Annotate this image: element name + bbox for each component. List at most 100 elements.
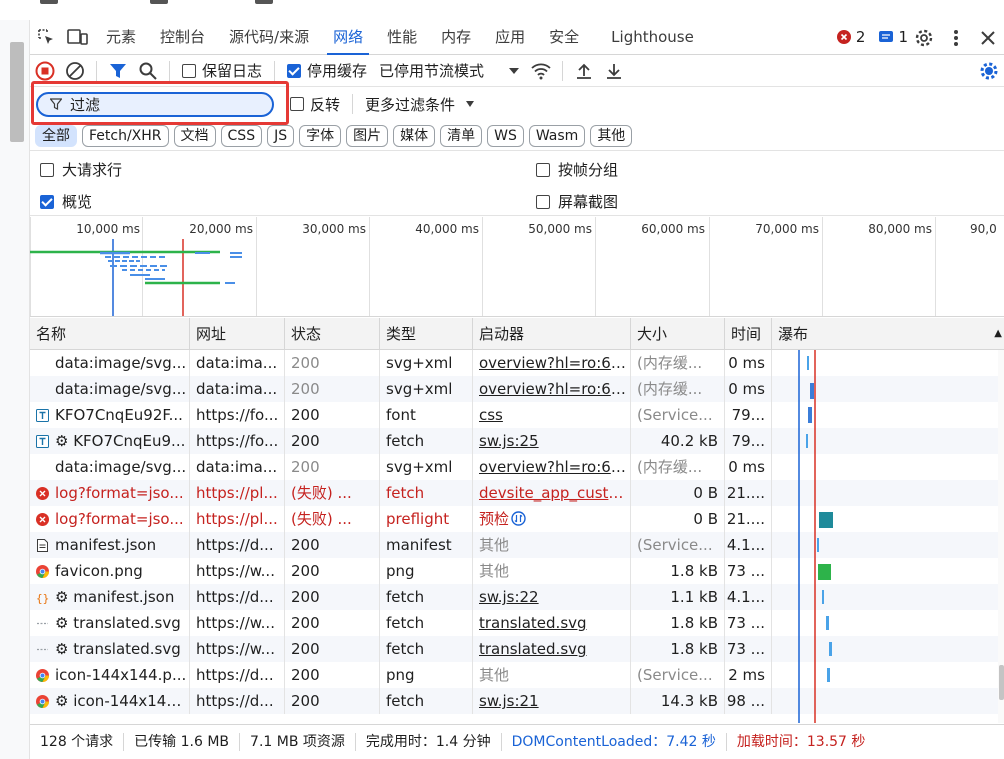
preserve-log-checkbox[interactable]: 保留日志: [176, 60, 268, 81]
error-count-badge[interactable]: 2: [836, 28, 865, 46]
preflight-link-icon[interactable]: [509, 510, 526, 528]
cell-time-text: 21....: [726, 510, 765, 528]
inspect-element-icon[interactable]: [30, 21, 62, 53]
cell-status: (失败) ...: [285, 480, 380, 506]
network-settings-gear-icon[interactable]: [974, 56, 1004, 86]
cell-size-text: (内存缓...: [637, 458, 703, 476]
tab-lighthouse[interactable]: Lighthouse: [599, 20, 706, 55]
tab-security[interactable]: 安全: [537, 20, 591, 55]
column-header-size[interactable]: 大小: [631, 318, 725, 350]
filter-input[interactable]: 过滤: [36, 91, 274, 117]
disable-cache-checkbox[interactable]: 停用缓存: [281, 60, 373, 81]
cell-url: https://pl...: [190, 506, 285, 532]
type-chip-font[interactable]: 字体: [299, 124, 342, 147]
type-chip-ws[interactable]: WS: [487, 124, 524, 147]
cell-initiator-text[interactable]: sw.js:21: [479, 692, 539, 710]
tab-network[interactable]: 网络: [321, 20, 375, 55]
tab-application[interactable]: 应用: [483, 20, 537, 55]
cell-status-text: 200: [291, 666, 320, 684]
type-chip-all[interactable]: 全部: [35, 124, 77, 147]
cell-type-text: fetch: [386, 614, 425, 632]
type-chip-other[interactable]: 其他: [590, 124, 633, 147]
type-chip-js[interactable]: JS: [267, 124, 295, 147]
column-header-url[interactable]: 网址: [190, 318, 285, 350]
screenshots-box[interactable]: [536, 194, 550, 209]
type-chip-manifest[interactable]: 清单: [440, 124, 483, 147]
overview-box[interactable]: [40, 194, 54, 209]
invert-box[interactable]: [290, 97, 304, 111]
cell-name: ⚙ translated.svg: [30, 636, 190, 662]
column-header-status[interactable]: 状态: [285, 318, 380, 350]
cell-size-text: 0 B: [693, 510, 718, 528]
cell-status: 200: [285, 584, 380, 610]
tab-performance[interactable]: 性能: [375, 20, 429, 55]
cell-status: 200: [285, 454, 380, 480]
type-chip-img[interactable]: 图片: [346, 124, 389, 147]
group-by-frame-checkbox[interactable]: 按帧分组: [536, 159, 618, 180]
type-chip-fetch-xhr[interactable]: Fetch/XHR: [82, 124, 169, 147]
cell-initiator-text[interactable]: devsite_app_custom_: [479, 484, 630, 502]
column-header-name[interactable]: 名称: [30, 318, 190, 350]
cell-initiator-text[interactable]: sw.js:22: [479, 588, 539, 606]
browser-top-strip: [0, 0, 1004, 20]
cell-initiator-text[interactable]: translated.svg: [479, 640, 587, 658]
invert-checkbox[interactable]: 反转: [284, 94, 346, 115]
overview-timeline[interactable]: 10,000 ms 20,000 ms 30,000 ms 40,000 ms …: [30, 217, 1004, 317]
cell-status: 200: [285, 428, 380, 454]
preserve-log-box[interactable]: [182, 63, 196, 78]
table-scrollbar[interactable]: [998, 350, 1004, 723]
disable-cache-box[interactable]: [287, 63, 302, 78]
tab-memory[interactable]: 内存: [429, 20, 483, 55]
tab-sources[interactable]: 源代码/来源: [217, 20, 321, 55]
cell-initiator-text[interactable]: overview?hl=ro:6550: [479, 354, 630, 372]
cell-name-text: log?format=jso...: [55, 510, 184, 528]
cell-type-text: fetch: [386, 432, 425, 450]
close-devtools-icon[interactable]: [972, 22, 1004, 54]
cell-initiator-text[interactable]: sw.js:25: [479, 432, 539, 450]
large-rows-checkbox[interactable]: 大请求行: [40, 159, 122, 180]
network-conditions-icon[interactable]: [526, 56, 556, 86]
clear-log-icon[interactable]: [60, 56, 90, 86]
tab-elements[interactable]: 元素: [94, 20, 148, 55]
font-resource-icon: [36, 435, 49, 448]
column-header-time[interactable]: 时间: [725, 318, 772, 350]
cell-status: 200: [285, 688, 380, 714]
cell-initiator-text[interactable]: translated.svg: [479, 614, 587, 632]
cell-time: 21....: [725, 506, 772, 532]
column-header-type[interactable]: 类型: [380, 318, 473, 350]
cell-initiator-text[interactable]: overview?hl=ro:6550: [479, 458, 630, 476]
large-rows-box[interactable]: [40, 162, 54, 177]
type-chip-media[interactable]: 媒体: [393, 124, 436, 147]
search-icon[interactable]: [133, 56, 163, 86]
type-chip-doc[interactable]: 文档: [173, 124, 216, 147]
cell-initiator-text[interactable]: overview?hl=ro:6550: [479, 380, 630, 398]
column-header-waterfall[interactable]: 瀑布 ▲: [772, 318, 1004, 350]
filter-funnel-small-icon: [50, 98, 62, 110]
type-chip-wasm[interactable]: Wasm: [528, 124, 586, 147]
cell-name-text: favicon.png: [55, 562, 143, 580]
throttle-select[interactable]: 已停用节流模式: [373, 60, 526, 81]
cell-status: 200: [285, 610, 380, 636]
more-filters-label: 更多过滤条件: [365, 95, 456, 114]
export-har-icon[interactable]: [599, 56, 629, 86]
screenshots-checkbox[interactable]: 屏幕截图: [536, 191, 618, 212]
group-by-frame-box[interactable]: [536, 162, 550, 177]
filter-funnel-icon[interactable]: [103, 56, 133, 86]
device-toolbar-icon[interactable]: [62, 21, 94, 53]
column-header-initiator[interactable]: 启动器: [473, 318, 631, 350]
cell-time-text: 79...: [731, 432, 765, 450]
settings-gear-icon[interactable]: [908, 22, 940, 54]
message-count-badge[interactable]: 1: [879, 28, 908, 46]
type-chip-css[interactable]: CSS: [220, 124, 263, 147]
more-options-icon[interactable]: [940, 22, 972, 54]
cell-type-text: svg+xml: [386, 458, 453, 476]
cell-initiator-text[interactable]: css: [479, 406, 503, 424]
more-filters-dropdown[interactable]: 更多过滤条件: [359, 94, 481, 115]
tab-console[interactable]: 控制台: [148, 20, 217, 55]
cell-time: 4.1...: [725, 532, 772, 558]
cell-status: 200: [285, 532, 380, 558]
stop-recording-icon[interactable]: [30, 56, 60, 86]
overview-checkbox[interactable]: 概览: [40, 191, 92, 212]
cell-size: 40.2 kB: [631, 428, 725, 454]
import-har-icon[interactable]: [569, 56, 599, 86]
